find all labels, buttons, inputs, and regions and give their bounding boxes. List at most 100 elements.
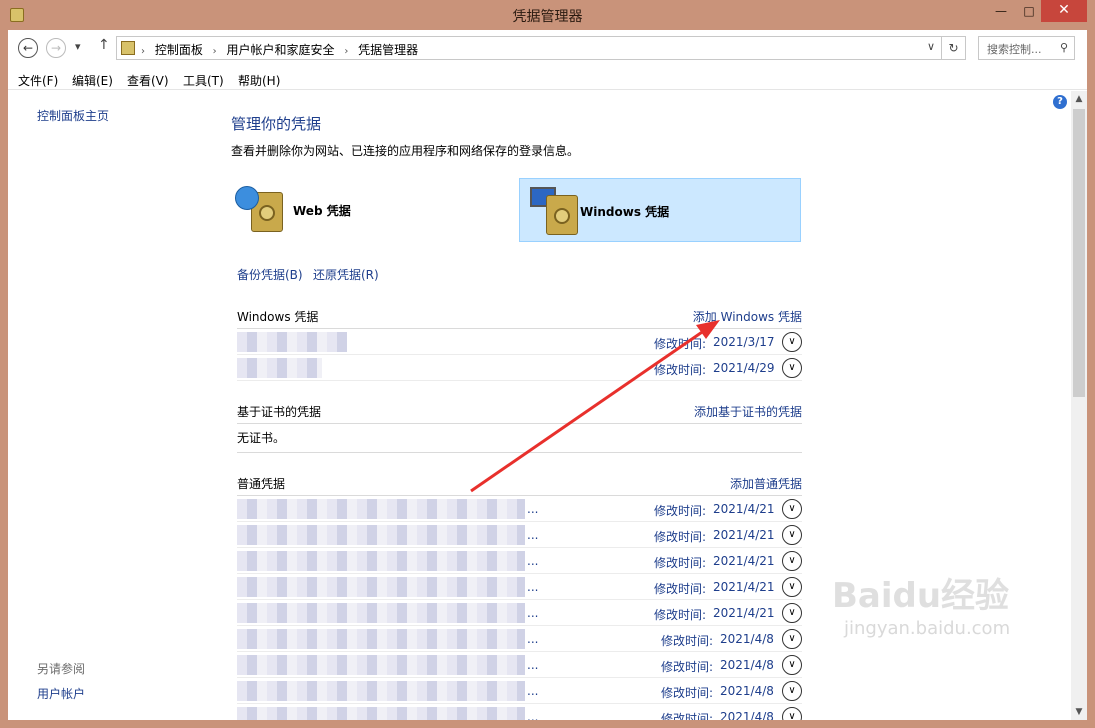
modified-date: 2021/4/21 — [713, 580, 775, 594]
menu-edit[interactable]: 编辑(E) — [72, 72, 113, 89]
redacted-name — [237, 681, 525, 701]
redacted-name — [237, 577, 525, 597]
windows-credentials-heading: Windows 凭据 — [237, 310, 319, 324]
generic-credentials-heading: 普通凭据 — [237, 477, 286, 491]
redacted-name — [237, 629, 525, 649]
expand-icon[interactable]: ∨ — [782, 499, 802, 519]
scrollbar-thumb[interactable] — [1073, 109, 1085, 397]
menu-tools[interactable]: 工具(T) — [183, 72, 224, 89]
modified-date: 2021/4/8 — [720, 684, 774, 698]
close-button[interactable]: ✕ — [1041, 0, 1087, 22]
modified-label: 修改时间: — [654, 582, 707, 596]
breadcrumb-control-panel[interactable]: 控制面板 — [155, 43, 203, 57]
breadcrumb-credential-manager[interactable]: 凭据管理器 — [358, 43, 418, 57]
modified-date: 2021/4/21 — [713, 554, 775, 568]
truncation-ellipsis: ... — [527, 684, 539, 698]
windows-credentials-label: Windows 凭据 — [580, 205, 670, 219]
truncation-ellipsis: ... — [527, 502, 539, 516]
vertical-scrollbar[interactable]: ▲ ▼ — [1071, 91, 1087, 720]
refresh-button[interactable]: ↻ — [941, 37, 965, 59]
truncation-ellipsis: ... — [527, 606, 539, 620]
scroll-up-icon[interactable]: ▲ — [1071, 91, 1087, 107]
add-windows-credential-link[interactable]: 添加 Windows 凭据 — [693, 308, 802, 325]
credential-row[interactable]: 修改时间: 2021/3/17 ∨ — [237, 329, 802, 355]
vault-icon — [546, 195, 578, 235]
add-generic-credential-link[interactable]: 添加普通凭据 — [730, 475, 802, 492]
truncation-ellipsis: ... — [527, 554, 539, 568]
address-dropdown-icon[interactable]: ∨ — [927, 40, 935, 53]
see-also-heading: 另请参阅 — [37, 662, 86, 676]
web-credentials-tile[interactable]: Web 凭据 — [231, 178, 513, 242]
address-toolbar: ← → ▾ ↑ › 控制面板 › 用户帐户和家庭安全 › 凭据管理器 ∨ ↻ 搜… — [8, 30, 1087, 66]
truncation-ellipsis: ... — [527, 528, 539, 542]
truncation-ellipsis: ... — [527, 580, 539, 594]
modified-label: 修改时间: — [661, 660, 714, 674]
expand-icon[interactable]: ∨ — [782, 603, 802, 623]
window-title: 凭据管理器 — [512, 9, 583, 25]
divider — [237, 452, 802, 453]
expand-icon[interactable]: ∨ — [782, 629, 802, 649]
menu-help[interactable]: 帮助(H) — [238, 72, 280, 89]
modified-date: 2021/4/21 — [713, 502, 775, 516]
modified-label: 修改时间: — [654, 556, 707, 570]
modified-label: 修改时间: — [654, 337, 707, 351]
address-bar[interactable]: › 控制面板 › 用户帐户和家庭安全 › 凭据管理器 ∨ ↻ — [116, 36, 966, 60]
modified-label: 修改时间: — [661, 686, 714, 700]
redacted-name — [237, 332, 347, 352]
restore-credentials-link[interactable]: 还原凭据(R) — [313, 266, 379, 283]
add-certificate-credential-link[interactable]: 添加基于证书的凭据 — [694, 403, 802, 420]
redacted-name — [237, 525, 525, 545]
expand-icon[interactable]: ∨ — [782, 551, 802, 571]
menu-view[interactable]: 查看(V) — [127, 72, 169, 89]
credential-row[interactable]: ... 修改时间: 2021/4/21 ∨ — [237, 496, 802, 522]
page-description: 查看并删除你为网站、已连接的应用程序和网络保存的登录信息。 — [231, 144, 580, 158]
truncation-ellipsis: ... — [527, 658, 539, 672]
credential-row[interactable]: 修改时间: 2021/4/29 ∨ — [237, 355, 802, 381]
web-credentials-label: Web 凭据 — [293, 204, 351, 218]
up-button[interactable]: ↑ — [98, 37, 110, 53]
user-accounts-link[interactable]: 用户帐户 — [37, 685, 85, 702]
minimize-button[interactable]: — — [987, 0, 1015, 22]
forward-button[interactable]: → — [46, 38, 66, 58]
expand-icon[interactable]: ∨ — [782, 655, 802, 675]
expand-icon[interactable]: ∨ — [782, 358, 802, 378]
modified-date: 2021/4/21 — [713, 528, 775, 542]
credential-row[interactable]: ... 修改时间: 2021/4/8 ∨ — [237, 652, 802, 678]
expand-icon[interactable]: ∨ — [782, 681, 802, 701]
credential-row[interactable]: ... 修改时间: 2021/4/21 ∨ — [237, 548, 802, 574]
backup-credentials-link[interactable]: 备份凭据(B) — [237, 266, 303, 283]
truncation-ellipsis: ... — [527, 632, 539, 646]
help-icon[interactable]: ? — [1053, 95, 1067, 109]
redacted-name — [237, 655, 525, 675]
menu-bar: 文件(F) 编辑(E) 查看(V) 工具(T) 帮助(H) — [8, 68, 1087, 90]
expand-icon[interactable]: ∨ — [782, 525, 802, 545]
windows-credentials-tile[interactable]: Windows 凭据 — [519, 178, 801, 242]
credential-row[interactable]: ... 修改时间: 2021/4/21 ∨ — [237, 522, 802, 548]
credential-row[interactable]: ... 修改时间: 2021/4/21 ∨ — [237, 600, 802, 626]
search-input[interactable]: 搜索控制... ⚲ — [978, 36, 1075, 60]
title-bar: 凭据管理器 — □ ✕ — [0, 0, 1095, 30]
modified-label: 修改时间: — [654, 530, 707, 544]
modified-label: 修改时间: — [661, 634, 714, 648]
expand-icon[interactable]: ∨ — [782, 577, 802, 597]
watermark-url: jingyan.baidu.com — [844, 618, 1011, 639]
maximize-button[interactable]: □ — [1015, 0, 1043, 22]
control-panel-home-link[interactable]: 控制面板主页 — [37, 107, 109, 124]
scroll-down-icon[interactable]: ▼ — [1071, 704, 1087, 720]
back-button[interactable]: ← — [18, 38, 38, 58]
menu-file[interactable]: 文件(F) — [18, 72, 58, 89]
redacted-name — [237, 603, 525, 623]
search-icon[interactable]: ⚲ — [1060, 41, 1068, 54]
credential-row[interactable]: ... 修改时间: 2021/4/8 ∨ — [237, 626, 802, 652]
expand-icon[interactable]: ∨ — [782, 332, 802, 352]
credential-row[interactable]: ... 修改时间: 2021/4/21 ∨ — [237, 574, 802, 600]
credential-row[interactable]: ... 修改时间: 2021/4/8 ∨ — [237, 678, 802, 704]
divider — [237, 423, 802, 424]
certificate-credentials-heading: 基于证书的凭据 — [237, 405, 322, 419]
recent-locations-button[interactable]: ▾ — [75, 40, 81, 53]
search-placeholder: 搜索控制... — [987, 43, 1042, 56]
modified-label: 修改时间: — [654, 608, 707, 622]
modified-date: 2021/4/8 — [720, 632, 774, 646]
modified-label: 修改时间: — [654, 504, 707, 518]
breadcrumb-user-accounts-family-safety[interactable]: 用户帐户和家庭安全 — [227, 43, 335, 57]
